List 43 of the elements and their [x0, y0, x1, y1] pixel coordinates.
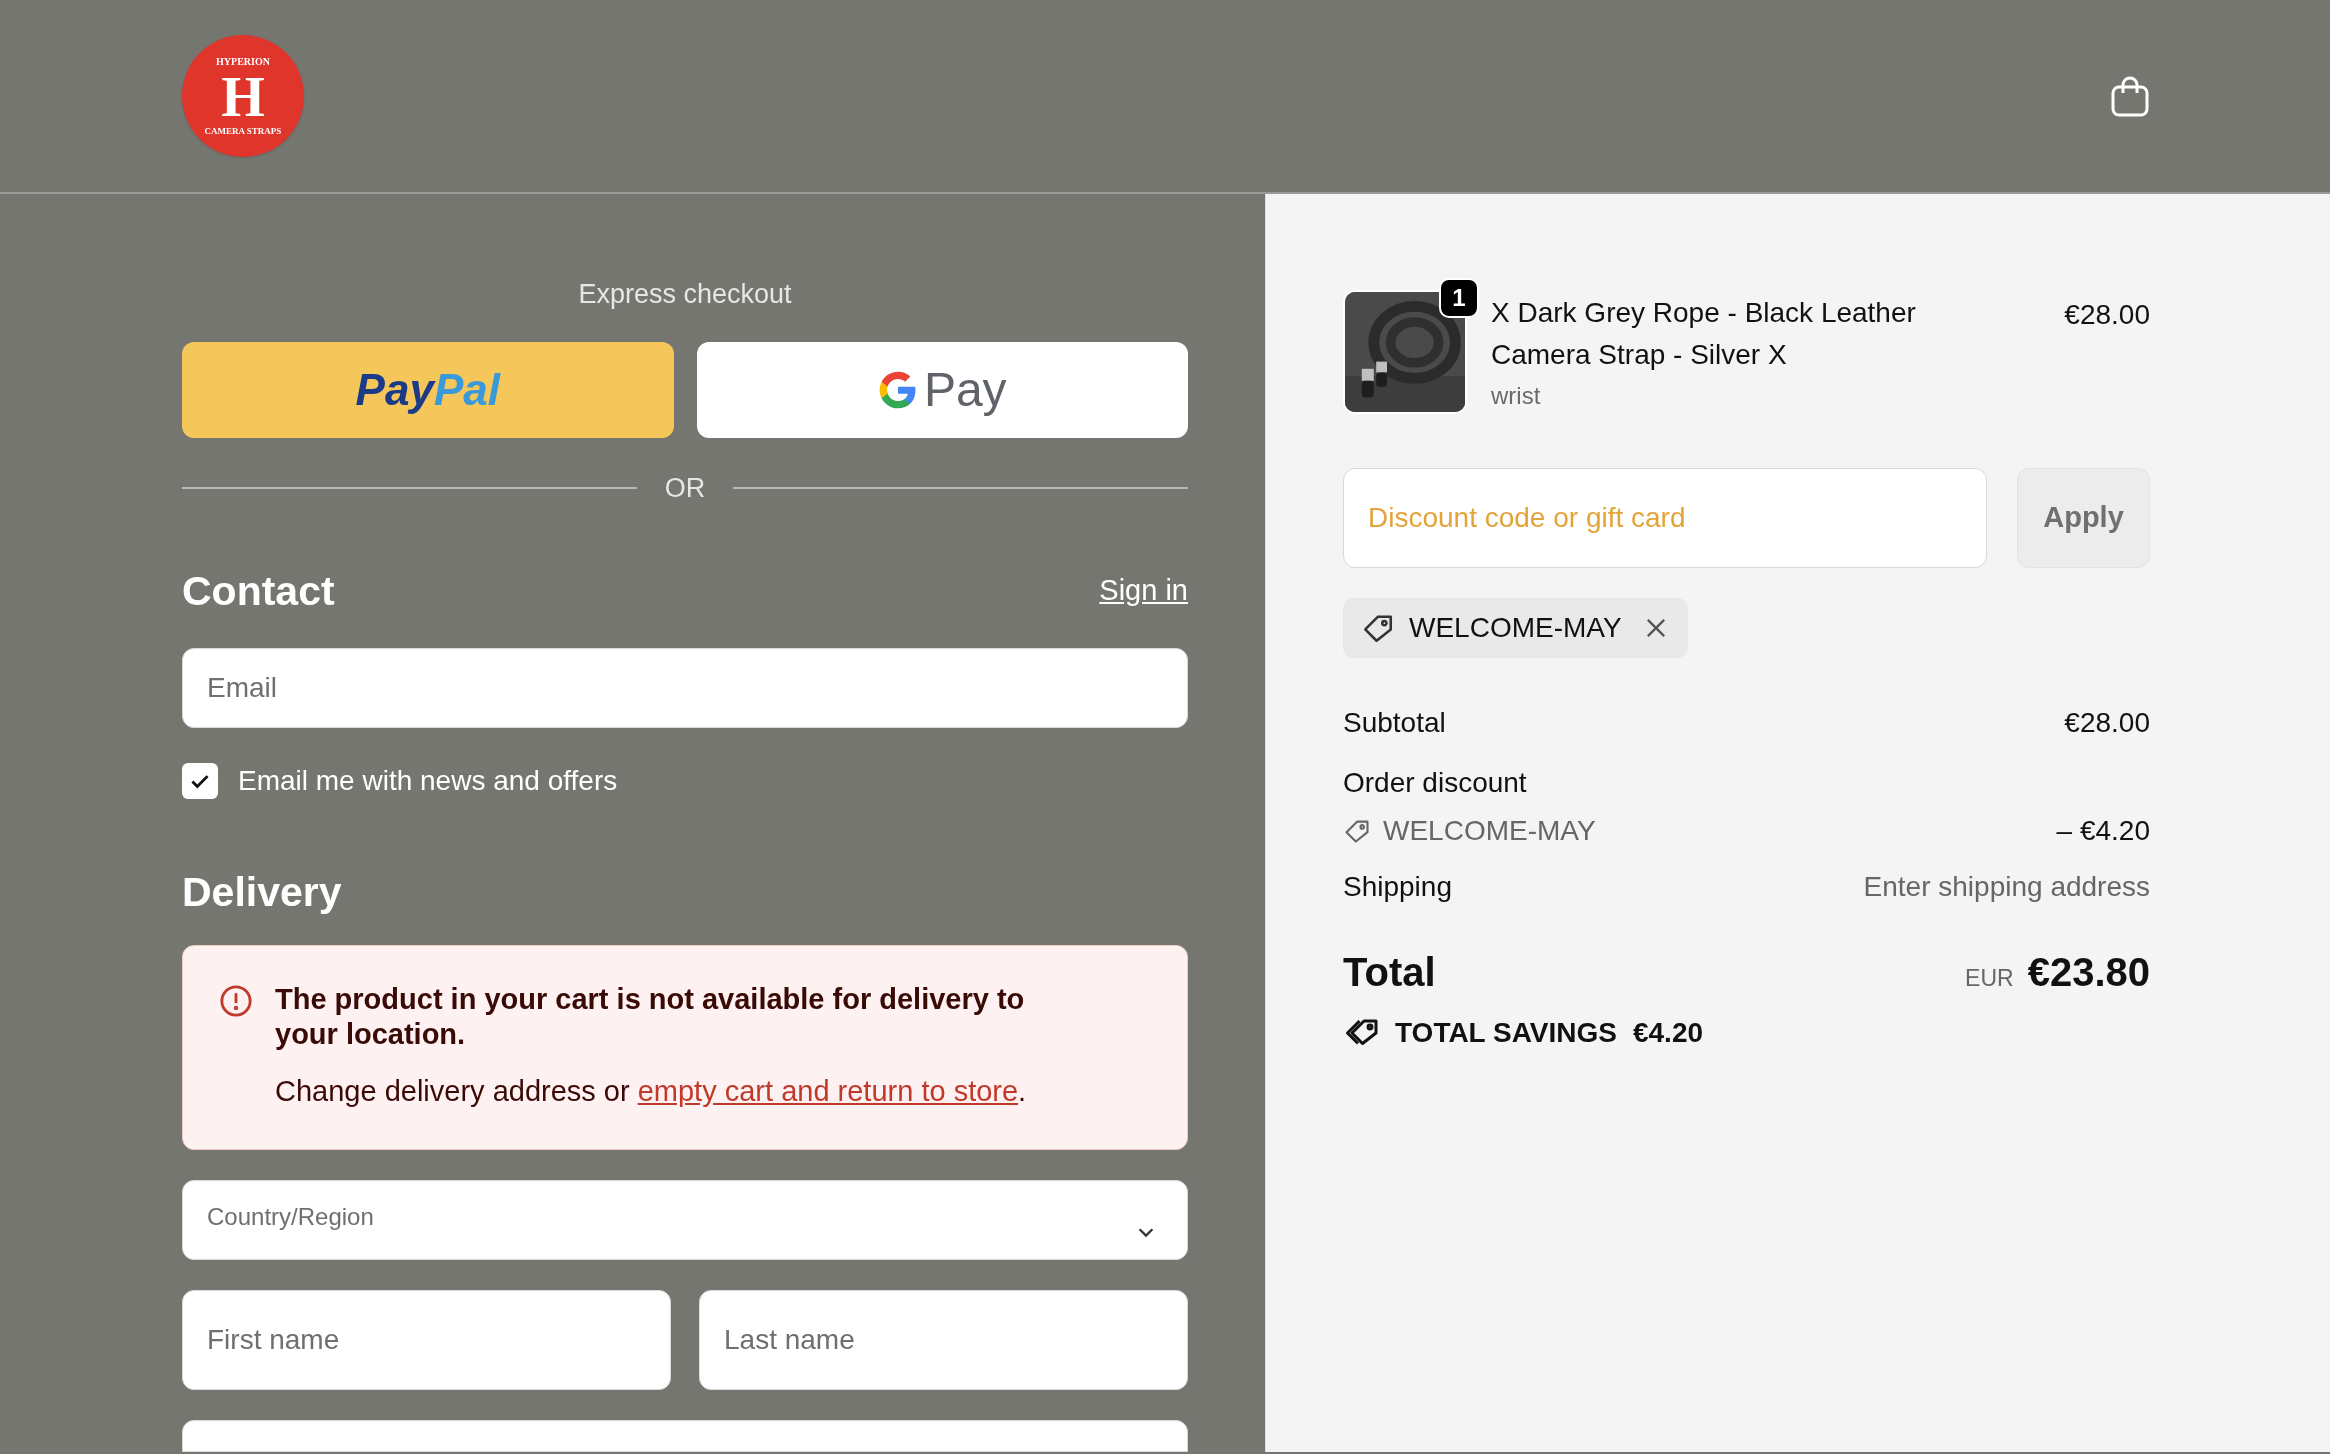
logo[interactable]: HYPERION H CAMERA STRAPS	[182, 35, 304, 157]
logo-text: CAMERA STRAPS	[204, 126, 282, 136]
divider-label: OR	[664, 472, 706, 505]
section-heading: Delivery	[182, 871, 343, 913]
total-value: €23.80	[2027, 949, 2150, 996]
summary-value: €28.00	[2064, 706, 2150, 740]
discount-chip: WELCOME-MAY	[1343, 598, 1688, 658]
section-heading: Contact	[182, 571, 335, 612]
error-icon	[219, 983, 253, 1018]
savings-label: TOTAL SAVINGS	[1395, 1016, 1617, 1050]
input-field[interactable]	[182, 1419, 1188, 1452]
google-g-icon	[877, 370, 918, 410]
alert-message: Change delivery address or empty cart and return to store.	[275, 1073, 1028, 1109]
summary-label: Shipping	[1343, 870, 1452, 904]
google-pay-button[interactable]: Pay	[696, 342, 1188, 438]
discount-code-field[interactable]: Discount code or gift card	[1343, 468, 1987, 568]
alert-title: The product in your cart is not available for delivery to your location.	[275, 981, 1026, 1052]
logo-text: HYPERION	[216, 56, 270, 67]
checkbox[interactable]	[182, 762, 218, 799]
savings-value: €4.20	[1632, 1016, 1704, 1050]
product-title: X Dark Grey Rope - Black Leather Camera Strap - Silver X	[1491, 296, 1917, 372]
logo-mark: H	[221, 68, 265, 125]
first-name-field[interactable]: First name	[182, 1289, 671, 1390]
discount-code: WELCOME-MAY	[1383, 814, 1596, 848]
country-select[interactable]: Country/Region	[182, 1180, 1188, 1260]
summary-value: Enter shipping address	[1863, 870, 2150, 904]
quantity-badge: 1	[1439, 278, 1479, 318]
summary-label: Order discount	[1343, 766, 1527, 800]
sign-in-link[interactable]: Sign in	[1099, 568, 1188, 612]
checkbox-label: Email me with news and offers	[238, 763, 618, 798]
email-field[interactable]: Email	[182, 648, 1188, 728]
product-variant: wrist	[1491, 381, 1542, 411]
product-price: €28.00	[2064, 298, 2150, 332]
summary-value: – €4.20	[2056, 814, 2150, 848]
empty-cart-link[interactable]: empty cart and return to store	[637, 1074, 1019, 1107]
apply-button[interactable]: Apply	[2017, 468, 2150, 568]
currency-code: EUR	[1965, 964, 2014, 993]
shopping-bag-icon[interactable]	[2110, 74, 2150, 118]
section-title: Express checkout	[577, 278, 793, 311]
summary-label: Subtotal	[1343, 706, 1446, 740]
total-label: Total	[1343, 949, 1436, 996]
paypal-button[interactable]: PayPal	[182, 342, 674, 438]
last-name-field[interactable]: Last name	[699, 1289, 1188, 1390]
